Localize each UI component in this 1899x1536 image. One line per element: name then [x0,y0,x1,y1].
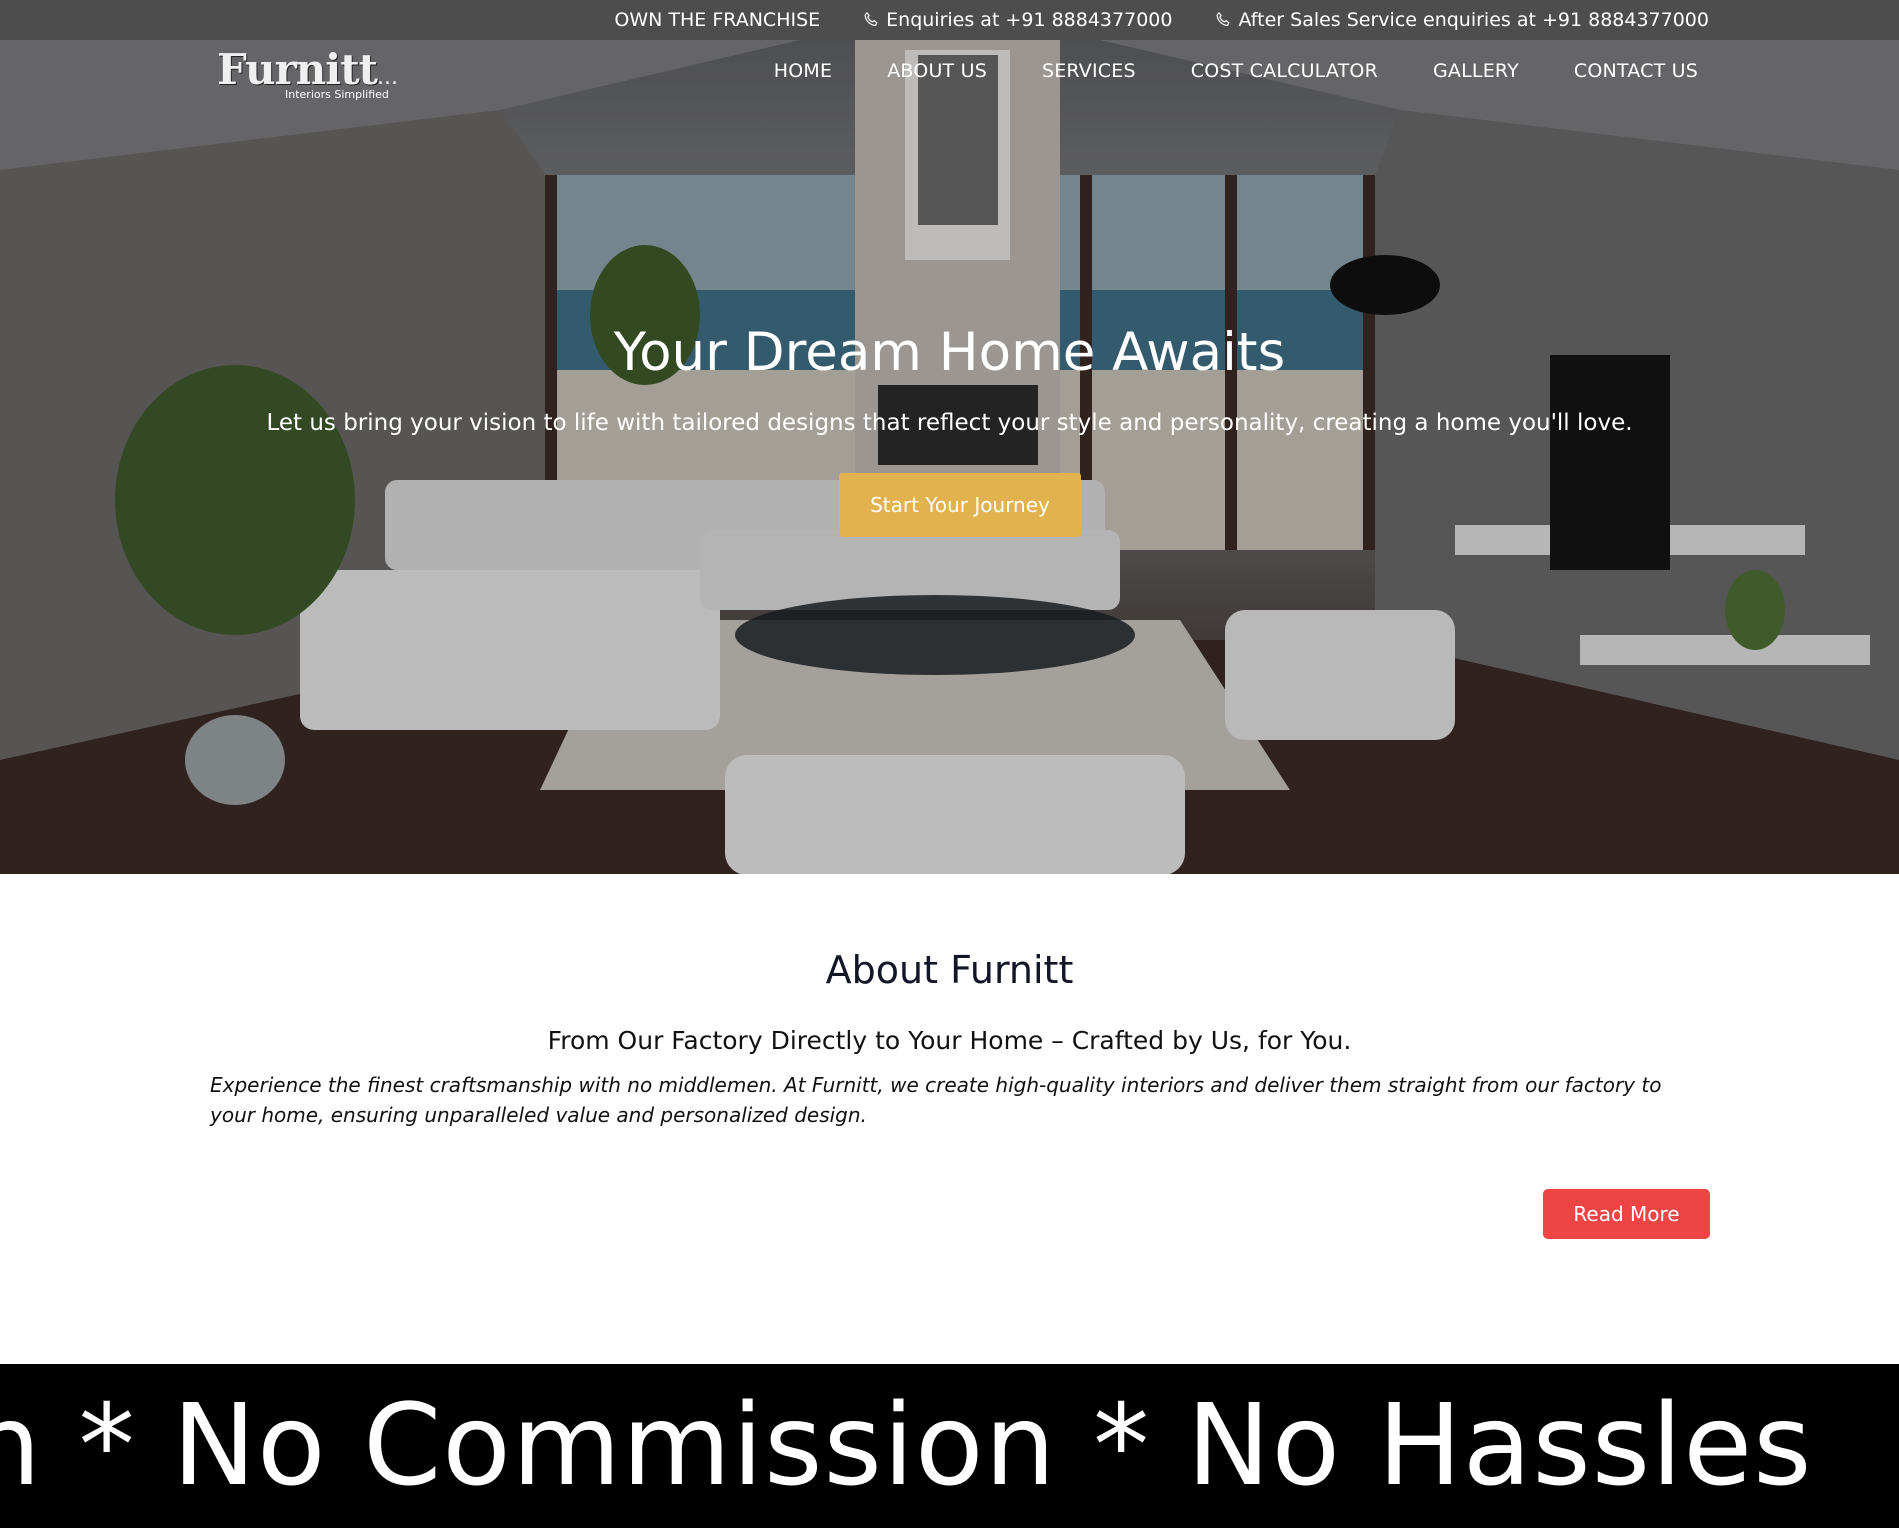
marquee-text: n * No Commission * No Hassles [0,1381,1813,1511]
nav-cost-calculator[interactable]: COST CALCULATOR [1191,60,1378,82]
own-franchise-link[interactable]: OWN THE FRANCHISE [614,9,820,31]
enquiries-link[interactable]: Enquiries at +91 8884377000 [862,9,1172,31]
hero-section: OWN THE FRANCHISE Enquiries at +91 88843… [0,0,1899,874]
phone-icon [864,12,878,27]
main-nav: HOME ABOUT US SERVICES COST CALCULATOR G… [774,60,1698,82]
after-sales-link[interactable]: After Sales Service enquiries at +91 888… [1214,9,1709,31]
read-more-button[interactable]: Read More [1543,1189,1710,1239]
logo-wordmark: Furnitt [217,45,378,94]
logo-dots: ... [377,65,399,90]
logo-tagline: Interiors Simplified [285,88,389,101]
start-journey-button[interactable]: Start Your Journey [839,473,1081,537]
enquiries-label: Enquiries at +91 8884377000 [886,9,1173,31]
top-contact-bar: OWN THE FRANCHISE Enquiries at +91 88843… [0,0,1899,40]
nav-services[interactable]: SERVICES [1042,60,1136,82]
hero-title: Your Dream Home Awaits [613,322,1286,383]
hero-subtitle: Let us bring your vision to life with ta… [266,410,1633,436]
about-title: About Furnitt [825,948,1074,992]
after-sales-label: After Sales Service enquiries at +91 888… [1238,9,1709,31]
phone-icon [1217,12,1230,27]
nav-about-us[interactable]: ABOUT US [887,60,987,82]
marquee-banner: n * No Commission * No Hassles [0,1364,1899,1528]
own-franchise-label: OWN THE FRANCHISE [614,9,821,31]
about-section: About Furnitt From Our Factory Directly … [0,874,1899,1364]
nav-gallery[interactable]: GALLERY [1433,60,1519,82]
hero-overlay [0,0,1899,874]
about-description: Experience the finest craftsmanship with… [210,1073,1662,1127]
site-logo[interactable]: Furnitt... Interiors Simplified [217,45,398,106]
nav-home[interactable]: HOME [774,60,832,82]
about-tagline: From Our Factory Directly to Your Home –… [547,1026,1352,1055]
nav-contact-us[interactable]: CONTACT US [1574,60,1698,82]
